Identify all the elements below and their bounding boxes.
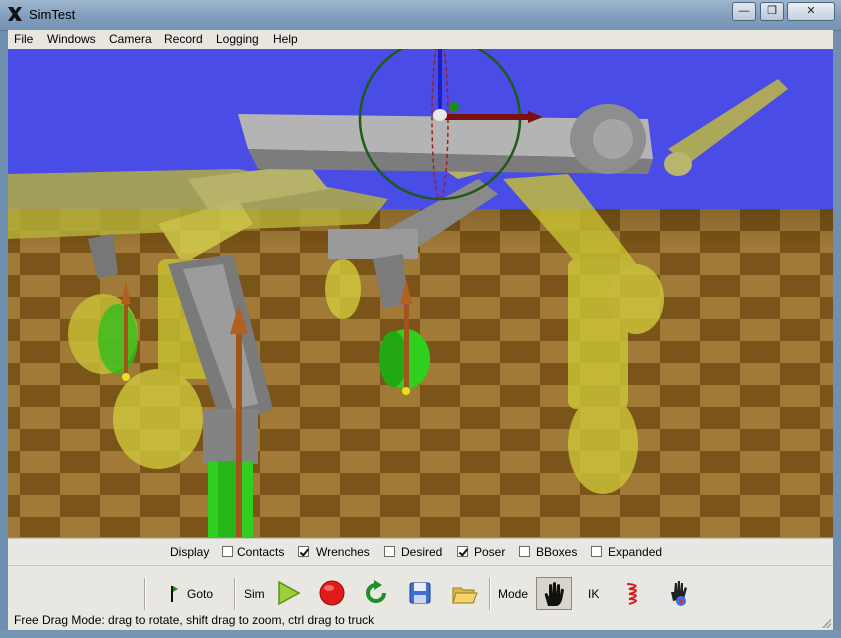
open-folder-icon xyxy=(452,587,478,604)
maximize-button[interactable]: ❐ xyxy=(760,2,784,21)
hand-icon xyxy=(544,582,564,606)
display-options-bar: Display Contacts Wrenches Desired Poser … xyxy=(8,538,833,566)
ik-mode-button[interactable]: IK xyxy=(588,587,599,601)
mode-label: Mode xyxy=(498,587,529,601)
status-bar: Free Drag Mode: drag to rotate, shift dr… xyxy=(8,610,833,630)
toolbar: Goto Sim Mode IK xyxy=(8,565,833,611)
spring-mode-button[interactable] xyxy=(621,579,649,607)
simulation-viewport[interactable] xyxy=(8,49,833,537)
menu-camera[interactable]: Camera xyxy=(109,32,152,46)
force-hand-icon xyxy=(671,581,687,606)
save-button[interactable] xyxy=(406,579,434,607)
poser-checkbox[interactable] xyxy=(457,546,468,557)
toolbar-separator xyxy=(144,578,146,610)
desired-label: Desired xyxy=(401,545,443,559)
contacts-label: Contacts xyxy=(237,545,285,559)
menu-bar: File Windows Camera Record Logging Help xyxy=(8,30,833,50)
resize-grip-icon[interactable] xyxy=(821,618,831,628)
force-mode-button[interactable] xyxy=(665,579,693,607)
record-button[interactable] xyxy=(318,579,346,607)
menu-record[interactable]: Record xyxy=(164,32,203,46)
display-label: Display xyxy=(170,545,210,559)
wrenches-checkbox[interactable] xyxy=(298,546,309,557)
reset-button[interactable] xyxy=(362,579,390,607)
bboxes-label: BBoxes xyxy=(536,545,578,559)
menu-file[interactable]: File xyxy=(14,32,33,46)
desired-checkbox[interactable] xyxy=(384,546,395,557)
status-text: Free Drag Mode: drag to rotate, shift dr… xyxy=(14,613,375,627)
play-icon xyxy=(278,580,301,606)
record-icon xyxy=(319,580,345,606)
open-button[interactable] xyxy=(450,579,478,607)
poser-label: Poser xyxy=(474,545,506,559)
play-button[interactable] xyxy=(274,579,302,607)
expanded-label: Expanded xyxy=(608,545,663,559)
close-button[interactable]: ✕ xyxy=(787,2,835,21)
bboxes-checkbox[interactable] xyxy=(519,546,530,557)
window-frame-bottom xyxy=(0,630,841,638)
reset-icon xyxy=(366,580,386,603)
menu-windows[interactable]: Windows xyxy=(47,32,96,46)
title-bar: SimTest — ❐ ✕ xyxy=(0,0,841,31)
robot-scene xyxy=(8,49,833,537)
sim-label: Sim xyxy=(244,587,265,601)
free-drag-mode-button[interactable] xyxy=(536,577,572,610)
flag-icon xyxy=(171,586,178,602)
expanded-checkbox[interactable] xyxy=(591,546,602,557)
minimize-button[interactable]: — xyxy=(732,2,756,21)
maximize-icon: ❐ xyxy=(767,5,777,17)
spring-icon xyxy=(626,583,637,605)
goto-button[interactable] xyxy=(166,579,180,607)
close-icon: ✕ xyxy=(806,5,816,17)
contacts-checkbox[interactable] xyxy=(222,546,233,557)
menu-help[interactable]: Help xyxy=(273,32,298,46)
toolbar-separator xyxy=(234,578,236,610)
goto-label[interactable]: Goto xyxy=(187,587,213,601)
window-title: SimTest xyxy=(29,7,76,22)
minimize-icon: — xyxy=(738,5,750,17)
toolbar-separator xyxy=(489,578,491,610)
wrenches-label: Wrenches xyxy=(316,545,370,559)
menu-logging[interactable]: Logging xyxy=(216,32,259,46)
save-icon xyxy=(409,582,431,604)
x11-icon xyxy=(8,7,22,21)
